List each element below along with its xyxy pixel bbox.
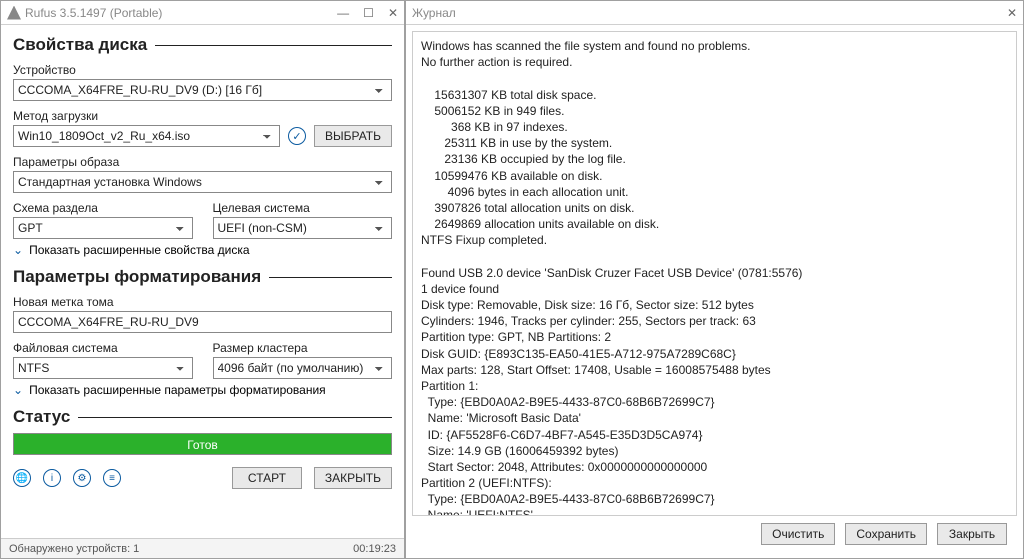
start-button[interactable]: СТАРТ [232,467,302,489]
cluster-size-select[interactable]: 4096 байт (по умолчанию) [213,357,393,379]
volume-label-input[interactable] [13,311,392,333]
cluster-size-label: Размер кластера [213,341,393,355]
log-titlebar: Журнал ✕ [406,1,1023,25]
file-system-select[interactable]: NTFS [13,357,193,379]
maximize-button[interactable]: ☐ [363,6,374,20]
log-window-title: Журнал [412,6,1007,20]
verify-icon[interactable]: ✓ [288,127,306,145]
elapsed-time-text: 00:19:23 [353,543,396,555]
save-log-button[interactable]: Сохранить [845,523,927,545]
chevron-down-icon: ⌄ [13,243,23,257]
status-bar: Обнаружено устройств: 1 00:19:23 [1,538,404,558]
select-button[interactable]: ВЫБРАТЬ [314,125,392,147]
log-content: Windows has scanned the file system and … [406,25,1023,558]
target-system-select[interactable]: UEFI (non-CSM) [213,217,393,239]
target-system-label: Целевая система [213,201,393,215]
advanced-drive-toggle[interactable]: ⌄ Показать расширенные свойства диска [13,243,392,257]
main-content: Свойства диска Устройство CCCOMA_X64FRE_… [1,25,404,538]
log-footer: Очистить Сохранить Закрыть [412,516,1017,552]
status-progress: Готов [13,433,392,455]
close-log-button[interactable]: Закрыть [937,523,1007,545]
devices-found-text: Обнаружено устройств: 1 [9,543,139,555]
boot-selection-select[interactable]: Win10_1809Oct_v2_Ru_x64.iso [13,125,280,147]
titlebar: Rufus 3.5.1497 (Portable) — ☐ ✕ [1,1,404,25]
device-label: Устройство [13,63,392,77]
status-header: Статус [13,407,392,427]
info-icon[interactable]: i [43,469,61,487]
clear-log-button[interactable]: Очистить [761,523,835,545]
device-select[interactable]: CCCOMA_X64FRE_RU-RU_DV9 (D:) [16 Гб] [13,79,392,101]
minimize-button[interactable]: — [337,6,349,20]
image-option-label: Параметры образа [13,155,392,169]
log-window: Журнал ✕ Windows has scanned the file sy… [405,0,1024,559]
rufus-main-window: Rufus 3.5.1497 (Portable) — ☐ ✕ Свойства… [0,0,405,559]
app-icon [7,6,21,20]
log-close-window-button[interactable]: ✕ [1007,6,1017,20]
log-icon[interactable]: ≡ [103,469,121,487]
chevron-down-icon: ⌄ [13,383,23,397]
close-window-button[interactable]: ✕ [388,6,398,20]
advanced-format-toggle[interactable]: ⌄ Показать расширенные параметры формати… [13,383,392,397]
file-system-label: Файловая система [13,341,193,355]
partition-scheme-label: Схема раздела [13,201,193,215]
language-icon[interactable]: 🌐 [13,469,31,487]
boot-selection-label: Метод загрузки [13,109,392,123]
drive-properties-header: Свойства диска [13,35,392,55]
close-button[interactable]: ЗАКРЫТЬ [314,467,392,489]
format-options-header: Параметры форматирования [13,267,392,287]
log-textarea[interactable]: Windows has scanned the file system and … [412,31,1017,516]
partition-scheme-select[interactable]: GPT [13,217,193,239]
image-option-select[interactable]: Стандартная установка Windows [13,171,392,193]
window-title: Rufus 3.5.1497 (Portable) [25,6,337,20]
settings-icon[interactable]: ⚙ [73,469,91,487]
volume-label-label: Новая метка тома [13,295,392,309]
